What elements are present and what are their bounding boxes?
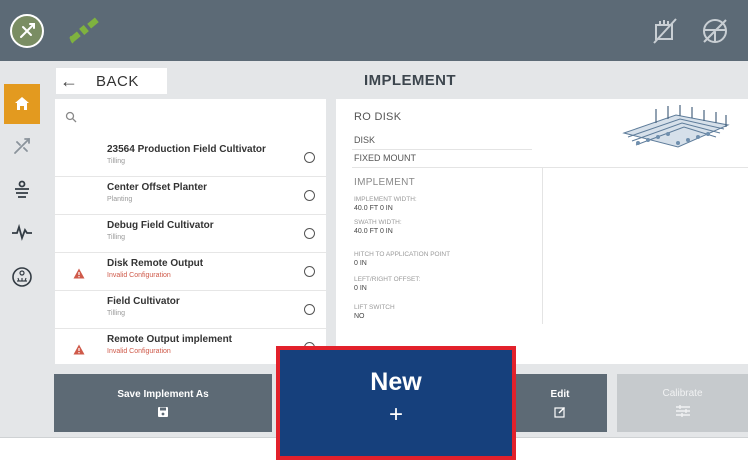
edit-label: Edit — [550, 389, 570, 400]
guidance-circle-icon[interactable] — [10, 14, 44, 48]
field-layers-icon[interactable] — [9, 176, 35, 202]
uft-icon[interactable] — [9, 264, 35, 290]
new-label: New — [370, 368, 422, 396]
implement-icon[interactable] — [650, 17, 680, 45]
save-implement-as-label: Save Implement As — [117, 389, 209, 400]
list-item-name: Disk Remote Output — [107, 258, 204, 269]
field-label: LEFT/RIGHT OFFSET: — [354, 276, 421, 283]
list-item[interactable]: Center Offset Planter Planting — [55, 177, 326, 215]
divider — [352, 149, 532, 150]
new-implement-button[interactable]: New + — [276, 346, 516, 460]
field-value: 40.0 FT 0 IN — [354, 228, 393, 235]
list-item-category: Tilling — [107, 158, 126, 165]
implement-name: RO DISK — [354, 111, 402, 123]
radio-button[interactable] — [304, 304, 315, 315]
list-item-category: Invalid Configuration — [107, 272, 171, 279]
field-value: NO — [354, 313, 365, 320]
save-icon — [157, 405, 169, 417]
diagnostics-pulse-icon[interactable] — [9, 219, 35, 245]
field-label: LIFT SWITCH — [354, 304, 395, 311]
field-label: SWATH WIDTH: — [354, 219, 402, 226]
calibrate-sliders-icon — [675, 404, 691, 418]
page-title: IMPLEMENT — [364, 72, 456, 89]
warning-icon — [73, 342, 85, 355]
search-icon[interactable] — [65, 110, 77, 123]
radio-button[interactable] — [304, 228, 315, 239]
list-item[interactable]: Debug Field Cultivator Tilling — [55, 215, 326, 253]
list-item-category: Tilling — [107, 234, 126, 241]
back-arrow-icon: ← — [60, 70, 78, 91]
field-value: 0 IN — [354, 285, 367, 292]
radio-button[interactable] — [304, 152, 315, 163]
plus-icon: + — [388, 401, 403, 428]
field-value: 0 IN — [354, 260, 367, 267]
edit-icon — [554, 405, 566, 418]
list-item[interactable]: Field Cultivator Tilling — [55, 291, 326, 329]
list-item[interactable]: Disk Remote Output Invalid Configuration — [55, 253, 326, 291]
field-label: HITCH TO APPLICATION POINT — [354, 251, 451, 258]
left-nav — [0, 61, 44, 437]
guidance-icon[interactable] — [9, 133, 35, 159]
divider — [542, 168, 543, 324]
implement-list[interactable]: 23564 Production Field Cultivator Tillin… — [55, 99, 326, 364]
calibrate-button[interactable]: Calibrate — [617, 374, 748, 432]
list-item-name: Debug Field Cultivator — [107, 220, 214, 231]
list-item-category: Tilling — [107, 310, 126, 317]
field-label: IMPLEMENT WIDTH: — [354, 196, 417, 203]
list-item-name: Field Cultivator — [107, 296, 180, 307]
save-implement-as-button[interactable]: Save Implement As — [54, 374, 272, 432]
back-button[interactable]: ← BACK — [56, 68, 167, 94]
section-title: IMPLEMENT — [354, 177, 416, 188]
list-item-name: Center Offset Planter — [107, 182, 208, 193]
list-item-name: Remote Output implement — [107, 334, 233, 345]
edit-button[interactable]: Edit — [513, 374, 607, 432]
list-item-category: Invalid Configuration — [107, 348, 171, 355]
list-item-category: Planting — [107, 196, 133, 203]
divider — [352, 167, 748, 168]
field-value: 40.0 FT 0 IN — [354, 205, 393, 212]
satellite-icon[interactable] — [67, 16, 101, 46]
implement-mount: FIXED MOUNT — [354, 153, 416, 163]
warning-icon — [73, 266, 85, 279]
home-icon[interactable] — [4, 84, 40, 124]
radio-button[interactable] — [304, 266, 315, 277]
list-item[interactable]: 23564 Production Field Cultivator Tillin… — [55, 139, 326, 177]
calibrate-label: Calibrate — [662, 388, 703, 399]
implement-image — [616, 103, 736, 159]
implement-detail: RO DISK DISK FIXED MOUNT IMPLEMENT IMPLE… — [336, 99, 748, 364]
radio-button[interactable] — [304, 190, 315, 201]
list-item-name: 23564 Production Field Cultivator — [107, 144, 266, 155]
back-label: BACK — [96, 72, 139, 90]
top-bar — [0, 0, 748, 61]
steering-wheel-icon[interactable] — [700, 16, 730, 46]
implement-type: DISK — [354, 135, 376, 145]
